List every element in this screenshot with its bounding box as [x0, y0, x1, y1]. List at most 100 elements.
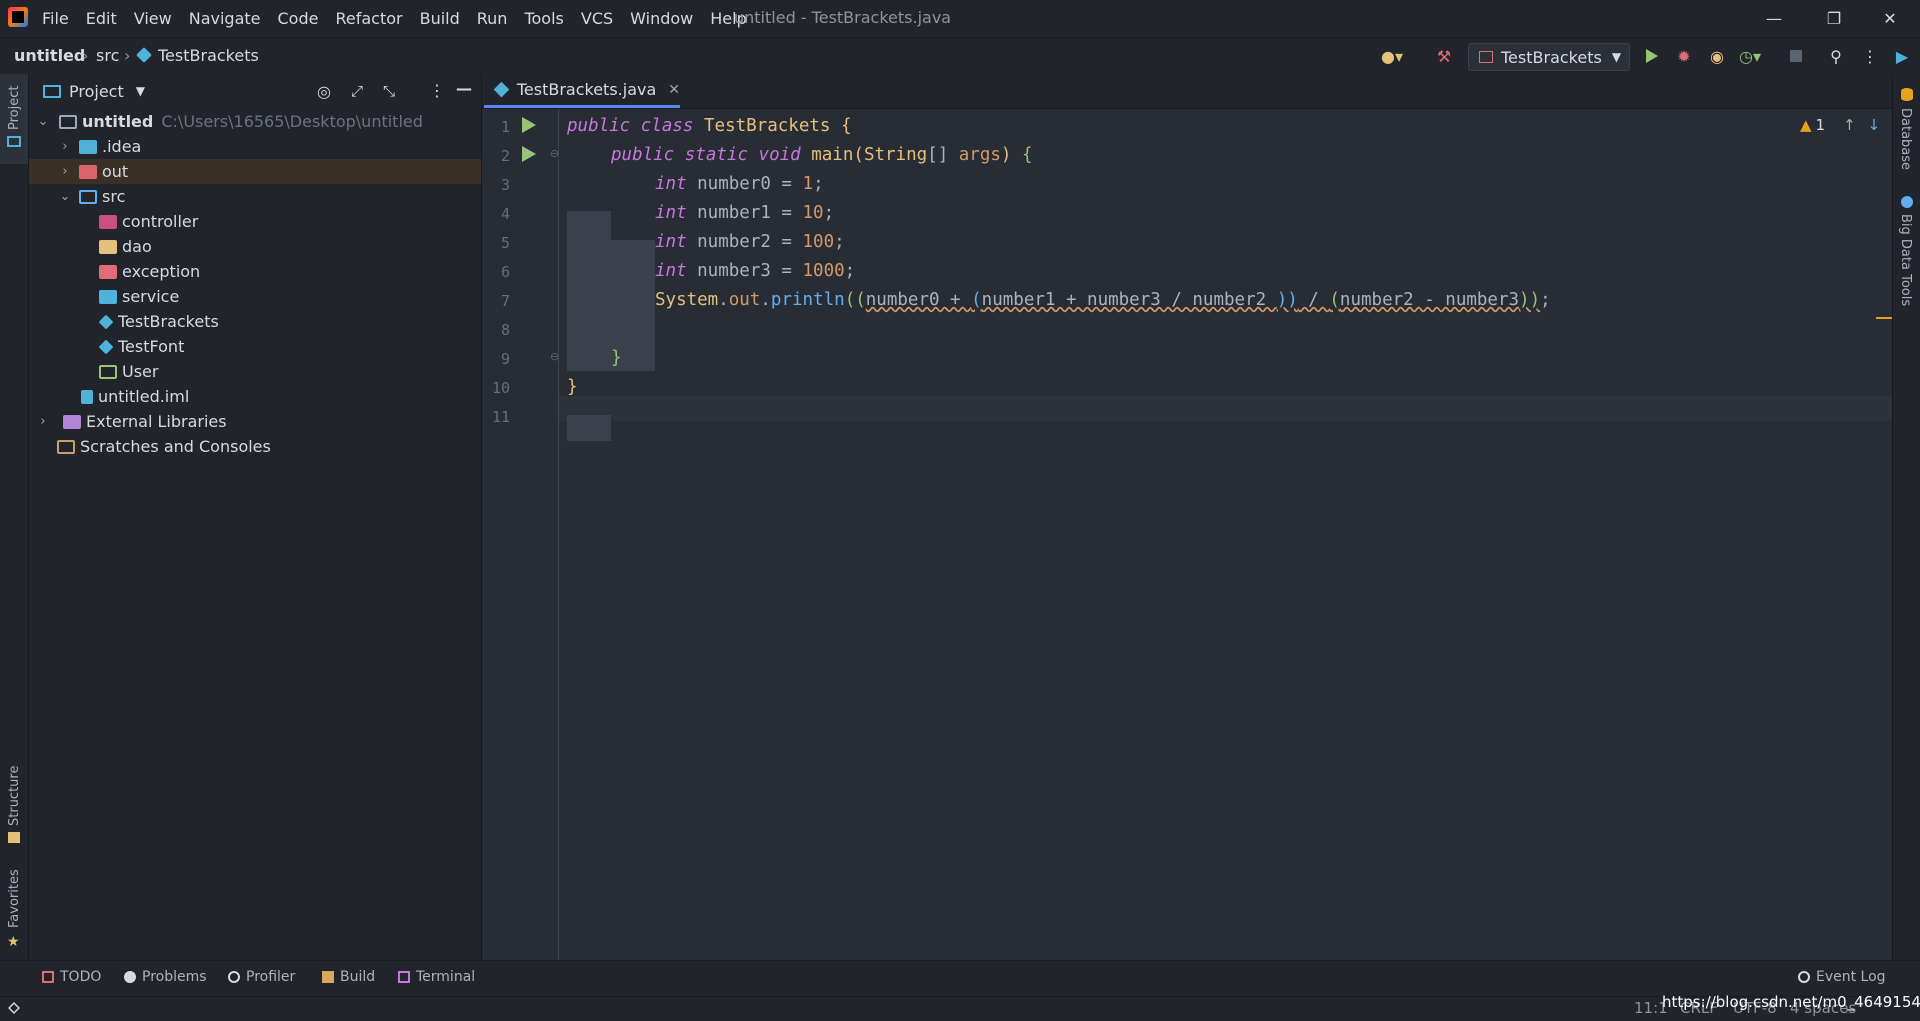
project-tool-button[interactable]: Project	[0, 74, 28, 164]
code-with-me-icon[interactable]: ●▾	[1380, 44, 1404, 68]
stop-button[interactable]	[1784, 44, 1808, 68]
tree-item-service[interactable]: service	[29, 284, 481, 309]
locate-file-icon[interactable]: ◎	[317, 82, 331, 101]
run-button[interactable]	[1640, 44, 1664, 68]
menu-refactor[interactable]: Refactor	[335, 9, 402, 28]
chevron-right-icon[interactable]: ›	[57, 139, 73, 154]
code-with-me-button[interactable]: ▶	[1890, 44, 1914, 68]
collapse-all-icon[interactable]: ⤡	[383, 82, 395, 100]
warning-marker[interactable]	[1876, 317, 1892, 319]
code-line-10[interactable]: }	[567, 377, 578, 397]
brace: {	[1011, 145, 1033, 165]
run-gutter-icon[interactable]	[522, 117, 536, 133]
code-line-5[interactable]: int number2 = 100;	[655, 232, 845, 252]
tool-windows-icon[interactable]	[8, 1002, 20, 1014]
fold-icon[interactable]: ⊖	[550, 350, 559, 363]
menu-run[interactable]: Run	[477, 9, 508, 28]
build-hammer-icon[interactable]: ⚒	[1432, 44, 1456, 68]
menu-vcs[interactable]: VCS	[581, 9, 613, 28]
number-literal: 1	[802, 174, 814, 194]
inspection-widget[interactable]: ▲ 1 ↑ ↓	[1800, 116, 1880, 134]
menu-build[interactable]: Build	[420, 9, 460, 28]
tree-item-src[interactable]: ⌄ src	[29, 184, 481, 209]
identifier: number0 =	[686, 174, 803, 194]
bottom-tool-bar: TODO Problems Profiler Build Terminal Ev…	[0, 960, 1920, 997]
tree-item-untitled-iml[interactable]: untitled.iml	[29, 384, 481, 409]
tab-testbrackets[interactable]: TestBrackets.java ✕	[484, 74, 680, 108]
big-data-tools-button[interactable]: Big Data Tools	[1898, 214, 1913, 306]
fold-icon[interactable]: ⊖	[550, 147, 559, 160]
chevron-down-icon[interactable]: ⌄	[35, 114, 51, 129]
run-gutter-icon[interactable]	[522, 146, 536, 162]
code-line-1[interactable]: public class TestBrackets {	[567, 116, 852, 136]
tree-item-out[interactable]: › out	[29, 159, 481, 184]
event-log-icon	[1798, 971, 1810, 983]
search-everywhere-button[interactable]: ⚲	[1824, 44, 1848, 68]
search-icon: ⚲	[1830, 46, 1842, 66]
run-config-icon	[1479, 51, 1493, 63]
tree-item-testbrackets[interactable]: TestBrackets	[29, 309, 481, 334]
next-highlight-icon[interactable]: ↓	[1868, 116, 1881, 134]
code-line-6[interactable]: int number3 = 1000;	[655, 261, 855, 281]
line-number: 9	[500, 350, 510, 368]
problems-tool-button[interactable]: Problems	[124, 969, 207, 985]
code-line-9[interactable]: }	[611, 348, 622, 368]
more-actions-button[interactable]: ⋮	[1858, 44, 1882, 68]
breadcrumb-file[interactable]: TestBrackets	[158, 46, 259, 65]
menu-file[interactable]: File	[42, 9, 69, 28]
run-configuration-selector[interactable]: TestBrackets ▼	[1468, 43, 1630, 71]
coverage-button[interactable]: ◉	[1705, 44, 1729, 68]
tree-item-external-libraries[interactable]: › External Libraries	[29, 409, 481, 434]
tree-item-root[interactable]: ⌄ untitled C:\Users\16565\Desktop\untitl…	[29, 109, 481, 134]
menu-navigate[interactable]: Navigate	[189, 9, 261, 28]
breadcrumb-project[interactable]: untitled	[14, 46, 85, 65]
debug-button[interactable]: ✹	[1672, 44, 1696, 68]
line-number: 10	[491, 379, 510, 397]
chevron-down-icon[interactable]: ⌄	[57, 189, 73, 204]
paren: (	[971, 290, 982, 310]
tree-item-user[interactable]: User	[29, 359, 481, 384]
event-log-button[interactable]: Event Log	[1798, 969, 1886, 985]
expand-all-icon[interactable]: ⤢	[351, 82, 363, 100]
intellij-logo-icon[interactable]	[8, 7, 28, 27]
menu-view[interactable]: View	[134, 9, 172, 28]
minimize-button[interactable]: —	[1744, 0, 1804, 36]
close-window-button[interactable]: ✕	[1860, 0, 1920, 36]
code-line-7[interactable]: System.out.println((number0 + (number1 +…	[655, 290, 1551, 310]
tree-item-idea[interactable]: › .idea	[29, 134, 481, 159]
chevron-right-icon[interactable]: ›	[35, 414, 51, 429]
iml-file-icon	[81, 389, 93, 404]
menu-edit[interactable]: Edit	[86, 9, 117, 28]
code-line-4[interactable]: int number1 = 10;	[655, 203, 834, 223]
profiler-tool-button[interactable]: Profiler	[228, 969, 295, 985]
chevron-down-icon[interactable]: ▼	[136, 84, 145, 98]
previous-highlight-icon[interactable]: ↑	[1843, 116, 1856, 134]
todo-tool-button[interactable]: TODO	[42, 969, 101, 985]
tree-item-scratches[interactable]: Scratches and Consoles	[29, 434, 481, 459]
tree-item-controller[interactable]: controller	[29, 209, 481, 234]
options-icon[interactable]: ⋮	[429, 81, 445, 100]
type-name: String	[863, 145, 928, 165]
terminal-tool-button[interactable]: Terminal	[398, 969, 475, 985]
hide-panel-icon[interactable]: —	[456, 79, 472, 98]
code-line-3[interactable]: int number0 = 1;	[655, 174, 824, 194]
keyword: public	[611, 145, 675, 165]
structure-tool-button[interactable]: Structure	[0, 764, 28, 844]
menu-tools[interactable]: Tools	[524, 9, 563, 28]
code-line-2[interactable]: public static void main(String[] args) {	[611, 145, 1033, 165]
tree-item-testfont[interactable]: TestFont	[29, 334, 481, 359]
favorites-tool-button[interactable]: Favorites ★	[0, 864, 28, 954]
breadcrumb-folder[interactable]: src	[96, 46, 119, 65]
profiler-button[interactable]: ◷▾	[1738, 44, 1762, 68]
tree-item-exception[interactable]: exception	[29, 259, 481, 284]
restore-button[interactable]: ❐	[1804, 0, 1864, 36]
menu-window[interactable]: Window	[630, 9, 693, 28]
tree-item-dao[interactable]: dao	[29, 234, 481, 259]
database-tool-button[interactable]: Database	[1898, 108, 1913, 170]
project-view-title[interactable]: Project	[69, 82, 124, 101]
menu-code[interactable]: Code	[278, 9, 319, 28]
breadcrumb-separator-icon: ›	[82, 46, 89, 65]
build-tool-button[interactable]: Build	[322, 969, 375, 985]
close-tab-icon[interactable]: ✕	[668, 82, 680, 98]
chevron-right-icon[interactable]: ›	[57, 164, 73, 179]
